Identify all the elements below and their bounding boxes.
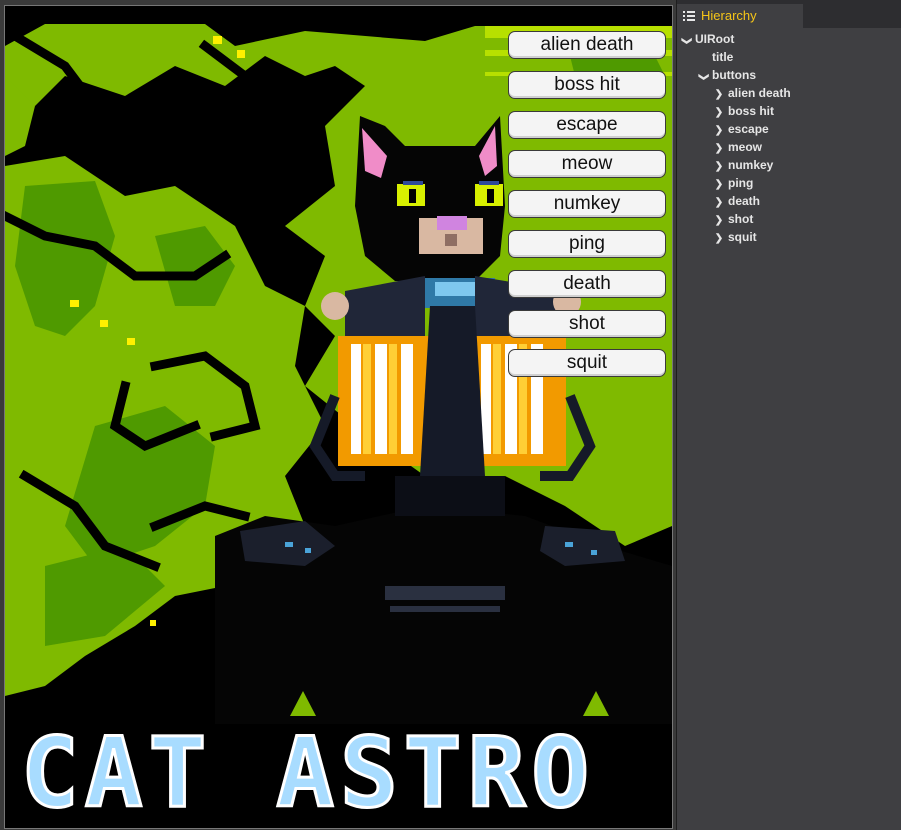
tree-node-label: buttons <box>712 68 756 82</box>
tree-node-label: title <box>712 50 734 64</box>
tree-node-death[interactable]: ❯ death <box>677 192 901 210</box>
tree-node-title[interactable]: title <box>677 48 901 66</box>
alien-death-button[interactable]: alien death <box>508 31 666 59</box>
tree-node-label: ping <box>728 176 754 190</box>
tree-node-squit[interactable]: ❯ squit <box>677 228 901 246</box>
hierarchy-tab-label: Hierarchy <box>701 8 757 23</box>
death-button[interactable]: death <box>508 269 666 298</box>
tree-node-label: squit <box>728 230 757 244</box>
chevron-down-icon[interactable]: ❯ <box>694 71 712 83</box>
tree-node-buttons[interactable]: ❯ buttons <box>677 66 901 84</box>
tree-node-label: alien death <box>728 86 791 100</box>
hierarchy-tabbar: Hierarchy <box>677 0 901 28</box>
squit-button[interactable]: squit <box>508 349 666 378</box>
hierarchy-tree: ❯ UIRoot title ❯ buttons ❯ alien death ❯ bos… <box>677 30 901 246</box>
tree-node-label: meow <box>728 140 763 154</box>
tree-node-label: shot <box>728 212 754 226</box>
tree-node-label: numkey <box>728 158 774 172</box>
numkey-button[interactable]: numkey <box>508 190 666 219</box>
game-viewport: CAT ASTRO alien death boss hit escape me… <box>0 0 676 830</box>
tree-node-label: UIRoot <box>695 32 735 46</box>
hierarchy-tab[interactable]: Hierarchy <box>677 4 803 28</box>
tree-node-meow[interactable]: ❯ meow <box>677 138 901 156</box>
tree-node-label: boss hit <box>728 104 775 118</box>
tree-node-boss-hit[interactable]: ❯ boss hit <box>677 102 901 120</box>
meow-button[interactable]: meow <box>508 150 666 179</box>
tree-node-numkey[interactable]: ❯ numkey <box>677 156 901 174</box>
tree-node-uiroot[interactable]: ❯ UIRoot <box>677 30 901 48</box>
ping-button[interactable]: ping <box>508 229 666 258</box>
chevron-down-icon[interactable]: ❯ <box>677 35 695 47</box>
tree-node-ping[interactable]: ❯ ping <box>677 174 901 192</box>
chevron-right-icon[interactable]: ❯ <box>713 230 725 248</box>
escape-button[interactable]: escape <box>508 110 666 139</box>
tree-node-label: death <box>728 194 761 208</box>
list-icon <box>683 10 695 22</box>
tree-node-shot[interactable]: ❯ shot <box>677 210 901 228</box>
game-canvas[interactable]: CAT ASTRO alien death boss hit escape me… <box>4 5 673 829</box>
shot-button[interactable]: shot <box>508 309 666 338</box>
sound-button-panel: alien death boss hit escape meow numkey … <box>508 31 666 389</box>
tree-node-escape[interactable]: ❯ escape <box>677 120 901 138</box>
tree-node-label: escape <box>728 122 769 136</box>
hierarchy-panel: Hierarchy ❯ UIRoot title ❯ buttons ❯ alien … <box>676 0 901 830</box>
title-banner: CAT ASTRO <box>21 717 595 828</box>
boss-hit-button[interactable]: boss hit <box>508 70 666 99</box>
tree-node-alien-death[interactable]: ❯ alien death <box>677 84 901 102</box>
